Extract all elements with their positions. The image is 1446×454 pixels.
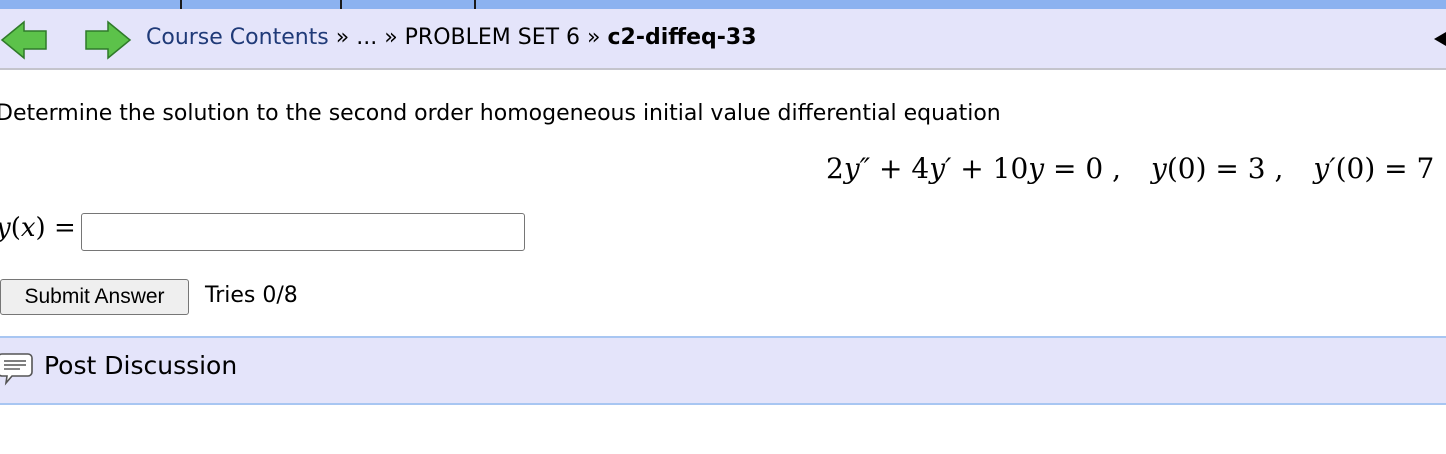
post-discussion-bar[interactable]: Post Discussion: [0, 336, 1446, 405]
breadcrumb-course-contents[interactable]: Course Contents: [146, 25, 329, 50]
breadcrumb-separator: »: [580, 25, 608, 50]
answer-label: y(x) =: [0, 213, 76, 243]
collapse-arrow-icon[interactable]: [1434, 32, 1446, 46]
submit-answer-button[interactable]: Submit Answer: [0, 279, 189, 315]
initial-condition: (0) = 7: [1335, 152, 1435, 185]
initial-condition: y′: [1313, 152, 1336, 185]
equation-comma: ,: [1265, 152, 1284, 185]
post-discussion-label: Post Discussion: [44, 351, 238, 380]
differential-equation: 2y″ + 4y′ + 10y = 0 , y(0) = 3 , y′(0) = 7: [826, 152, 1434, 185]
breadcrumb-problem-set[interactable]: PROBLEM SET 6: [405, 25, 580, 50]
breadcrumb-separator: »: [328, 25, 357, 50]
tab-separator: [340, 0, 342, 9]
tries-counter: Tries 0/8: [205, 283, 298, 308]
answer-label-x: x: [20, 213, 36, 243]
navigation-bar: Course Contents » ... » PROBLEM SET 6 » …: [0, 9, 1446, 70]
equation-operator: +: [870, 152, 912, 185]
equation-term: y″: [843, 152, 871, 185]
initial-condition: (0) = 3: [1166, 152, 1266, 185]
equation-operator: +: [951, 152, 993, 185]
equation-term: 10: [992, 152, 1029, 185]
equation-comma: ,: [1103, 152, 1122, 185]
equation-term: y: [1028, 152, 1045, 185]
breadcrumb: Course Contents » ... » PROBLEM SET 6 » …: [146, 25, 757, 50]
answer-label-y: y: [0, 213, 11, 243]
speech-bubble-icon: [0, 350, 36, 386]
equation-term: y′: [929, 152, 952, 185]
answer-input[interactable]: [81, 213, 525, 251]
tab-separator: [474, 0, 476, 9]
forward-arrow-icon[interactable]: [82, 20, 132, 60]
tab-strip: [0, 0, 1446, 9]
back-arrow-icon[interactable]: [0, 20, 50, 60]
equation-term: 4: [911, 152, 930, 185]
problem-prompt: Determine the solution to the second ord…: [0, 101, 1001, 126]
breadcrumb-separator: »: [377, 25, 405, 50]
initial-condition: y: [1151, 152, 1167, 185]
answer-label-paren: (: [10, 213, 21, 243]
answer-label-equals: ) =: [35, 213, 76, 243]
breadcrumb-current: c2-diffeq-33: [607, 25, 757, 50]
equation-operator: = 0: [1044, 152, 1104, 185]
equation-term: 2: [826, 152, 844, 185]
tab-separator: [180, 0, 182, 9]
breadcrumb-ellipsis[interactable]: ...: [356, 25, 377, 50]
